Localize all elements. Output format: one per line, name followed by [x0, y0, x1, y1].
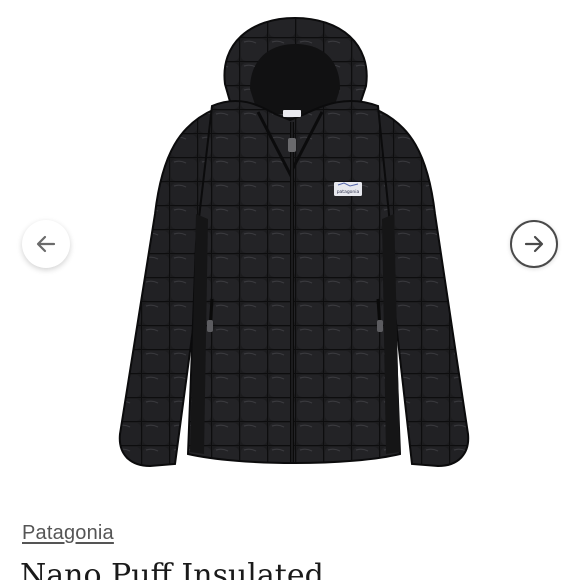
arrow-right-icon — [524, 235, 544, 253]
next-image-button[interactable] — [510, 220, 558, 268]
arrow-left-icon — [36, 235, 56, 253]
previous-image-button[interactable] — [22, 220, 70, 268]
brand-link[interactable]: Patagonia — [22, 522, 114, 545]
jacket-logo-text: patagonia — [337, 189, 360, 195]
product-image: patagonia — [118, 16, 470, 468]
product-page: patagonia Patagonia Nano Puff Insulated — [0, 0, 580, 580]
product-title: Nano Puff Insulated — [20, 558, 324, 580]
image-gallery: patagonia — [0, 0, 580, 505]
